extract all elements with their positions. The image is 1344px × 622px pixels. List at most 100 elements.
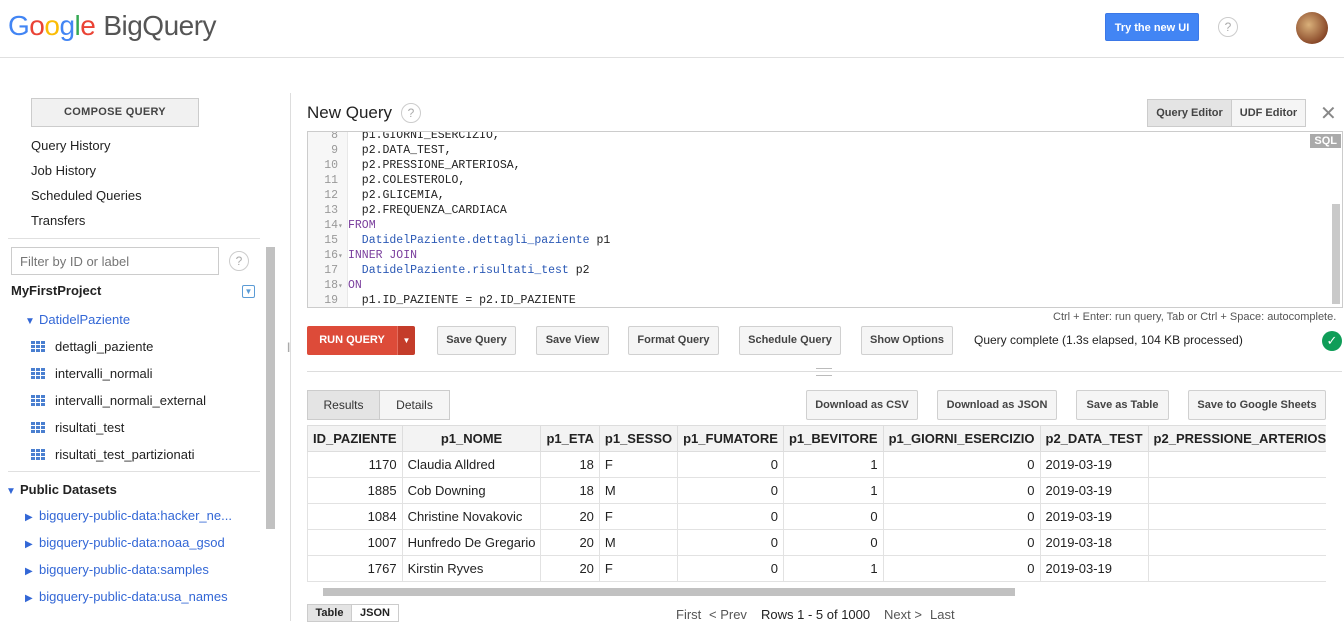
table-row[interactable]: 1170 Claudia Alldred 18 F 0 1 0 2019-03-19 — [307, 451, 1326, 478]
public-dataset-item[interactable]: ▶ bigquery-public-data:noaa_gsod — [25, 535, 225, 550]
job-history-link[interactable]: Job History — [31, 163, 96, 178]
code-line[interactable]: 16▾ INNER JOIN — [308, 248, 417, 263]
title-help-icon[interactable]: ? — [401, 103, 421, 123]
pager-first[interactable]: First — [676, 607, 701, 622]
tab-results[interactable]: Results — [307, 390, 380, 420]
close-icon[interactable]: ✕ — [1320, 101, 1337, 126]
filter-input[interactable] — [11, 247, 219, 275]
try-new-ui-button[interactable]: Try the new UI — [1105, 13, 1199, 41]
code-line[interactable]: 19 p1.ID_PAZIENTE = p2.ID_PAZIENTE — [308, 293, 576, 307]
column-header[interactable]: p1_BEVITORE — [782, 425, 884, 452]
query-editor[interactable]: 8 p1.GIORNI_ESERCIZIO, 9 p2.DATA_TEST, 10 … — [307, 131, 1343, 308]
resize-handle-icon[interactable] — [816, 368, 832, 376]
show-options-button[interactable]: Show Options — [861, 326, 953, 355]
project-name[interactable]: MyFirstProject — [11, 283, 101, 298]
collapsed-triangle-icon[interactable]: ▶ — [25, 539, 39, 550]
download-csv-button[interactable]: Download as CSV — [806, 390, 918, 420]
expand-triangle-icon[interactable]: ▼ — [6, 486, 20, 497]
table-item[interactable]: risultati_test_partizionati — [31, 447, 194, 462]
column-header[interactable]: p1_ETA — [540, 425, 600, 452]
results-horizontal-scrollbar[interactable] — [323, 588, 1015, 596]
schedule-query-button[interactable]: Schedule Query — [739, 326, 841, 355]
expand-triangle-icon[interactable]: ▼ — [25, 316, 39, 327]
fold-arrow-icon[interactable]: ▾ — [338, 249, 348, 264]
tab-table-view[interactable]: Table — [307, 604, 352, 622]
code-line[interactable]: 9 p2.DATA_TEST, — [308, 143, 451, 158]
collapsed-triangle-icon[interactable]: ▶ — [25, 566, 39, 577]
splitter-grip-icon[interactable]: || — [287, 342, 295, 358]
column-header[interactable]: p1_SESSO — [598, 425, 679, 452]
column-header[interactable]: p1_FUMATORE — [677, 425, 784, 452]
code-text: FROM — [348, 219, 376, 232]
column-header[interactable]: p1_NOME — [401, 425, 542, 452]
code-line[interactable]: 18▾ ON — [308, 278, 362, 293]
table-item[interactable]: risultati_test — [31, 420, 124, 435]
code-line[interactable]: 13 p2.FREQUENZA_CARDIACA — [308, 203, 507, 218]
table-cell: F — [598, 555, 679, 582]
udf-editor-tab[interactable]: UDF Editor — [1231, 99, 1306, 127]
run-query-button[interactable]: RUN QUERY — [307, 326, 397, 355]
compose-query-button[interactable]: COMPOSE QUERY — [31, 98, 199, 127]
column-header[interactable]: ID_PAZIENTE — [307, 425, 403, 452]
code-line[interactable]: 11 p2.COLESTEROLO, — [308, 173, 465, 188]
table-cell: 2019-03-19 — [1039, 477, 1149, 504]
dataset-item[interactable]: ▼ DatidelPaziente — [25, 312, 130, 327]
editor-scrollbar[interactable] — [1332, 204, 1340, 304]
table-cell: M — [598, 529, 679, 556]
download-json-button[interactable]: Download as JSON — [937, 390, 1057, 420]
table-item[interactable]: dettagli_paziente — [31, 339, 153, 354]
table-item[interactable]: intervalli_normali_external — [31, 393, 206, 408]
tab-json-view[interactable]: JSON — [351, 604, 399, 622]
run-options-dropdown-icon[interactable]: ▼ — [397, 326, 415, 355]
results-table: ID_PAZIENTE p1_NOME p1_ETA p1_SESSO p1_FUMAT… — [307, 425, 1326, 582]
table-row[interactable]: 1767 Kirstin Ryves 20 F 0 1 0 2019-03-19 — [307, 555, 1326, 582]
query-editor-tab[interactable]: Query Editor — [1147, 99, 1232, 127]
table-cell — [1147, 529, 1326, 556]
code-line[interactable]: 8 p1.GIORNI_ESERCIZIO, — [308, 132, 500, 143]
table-row[interactable]: 1084 Christine Novakovic 20 F 0 0 0 2019-03-19 — [307, 503, 1326, 530]
public-datasets-header[interactable]: ▼ Public Datasets — [6, 482, 117, 497]
filter-help-icon[interactable]: ? — [229, 251, 249, 271]
table-row[interactable]: 1885 Cob Downing 18 M 0 1 0 2019-03-19 — [307, 477, 1326, 504]
save-as-table-button[interactable]: Save as Table — [1076, 390, 1169, 420]
save-to-sheets-button[interactable]: Save to Google Sheets — [1188, 390, 1326, 420]
public-dataset-item[interactable]: ▶ bigquery-public-data:usa_names — [25, 589, 228, 604]
google-bigquery-logo[interactable]: Google BigQuery — [8, 10, 217, 42]
pager-last[interactable]: Last — [930, 607, 955, 622]
collapsed-triangle-icon[interactable]: ▶ — [25, 512, 39, 523]
code-line[interactable]: 17 DatidelPaziente.risultati_test p2 — [308, 263, 589, 278]
save-query-button[interactable]: Save Query — [437, 326, 516, 355]
table-cell: F — [598, 503, 679, 530]
public-dataset-item[interactable]: ▶ bigquery-public-data:samples — [25, 562, 209, 577]
sidebar-scrollbar[interactable] — [266, 247, 275, 529]
column-header[interactable]: p2_PRESSIONE_ARTERIOSA — [1147, 425, 1326, 452]
table-cell: 0 — [677, 477, 784, 504]
pager-prev[interactable]: < Prev — [709, 607, 747, 622]
tab-details[interactable]: Details — [379, 390, 450, 420]
fold-arrow-icon[interactable]: ▾ — [338, 279, 348, 294]
code-line[interactable]: 14▾ FROM — [308, 218, 376, 234]
help-icon[interactable]: ? — [1218, 17, 1238, 37]
pager-next[interactable]: Next > — [884, 607, 922, 622]
save-view-button[interactable]: Save View — [536, 326, 609, 355]
public-dataset-item[interactable]: ▶ bigquery-public-data:hacker_ne... — [25, 508, 232, 523]
success-check-icon: ✓ — [1322, 331, 1342, 351]
fold-arrow-icon[interactable]: ▾ — [338, 219, 348, 234]
column-header[interactable]: p2_DATA_TEST — [1039, 425, 1149, 452]
query-history-link[interactable]: Query History — [31, 138, 110, 153]
table-cell: 1 — [782, 451, 884, 478]
column-header[interactable]: p1_GIORNI_ESERCIZIO — [882, 425, 1041, 452]
table-row[interactable]: 1007 Hunfredo De Gregario 20 M 0 0 0 2019-03-18 — [307, 529, 1326, 556]
avatar[interactable] — [1296, 12, 1328, 44]
table-header-row: ID_PAZIENTE p1_NOME p1_ETA p1_SESSO p1_FUMAT… — [307, 425, 1326, 452]
scheduled-queries-link[interactable]: Scheduled Queries — [31, 188, 142, 203]
table-cell — [1147, 503, 1326, 530]
code-line[interactable]: 10 p2.PRESSIONE_ARTERIOSA, — [308, 158, 520, 173]
format-query-button[interactable]: Format Query — [628, 326, 719, 355]
project-dropdown-icon[interactable]: ▼ — [242, 285, 255, 298]
transfers-link[interactable]: Transfers — [31, 213, 85, 228]
code-line[interactable]: 12 p2.GLICEMIA, — [308, 188, 444, 203]
collapsed-triangle-icon[interactable]: ▶ — [25, 593, 39, 604]
code-line[interactable]: 15 DatidelPaziente.dettagli_paziente p1 — [308, 233, 610, 248]
table-item[interactable]: intervalli_normali — [31, 366, 153, 381]
